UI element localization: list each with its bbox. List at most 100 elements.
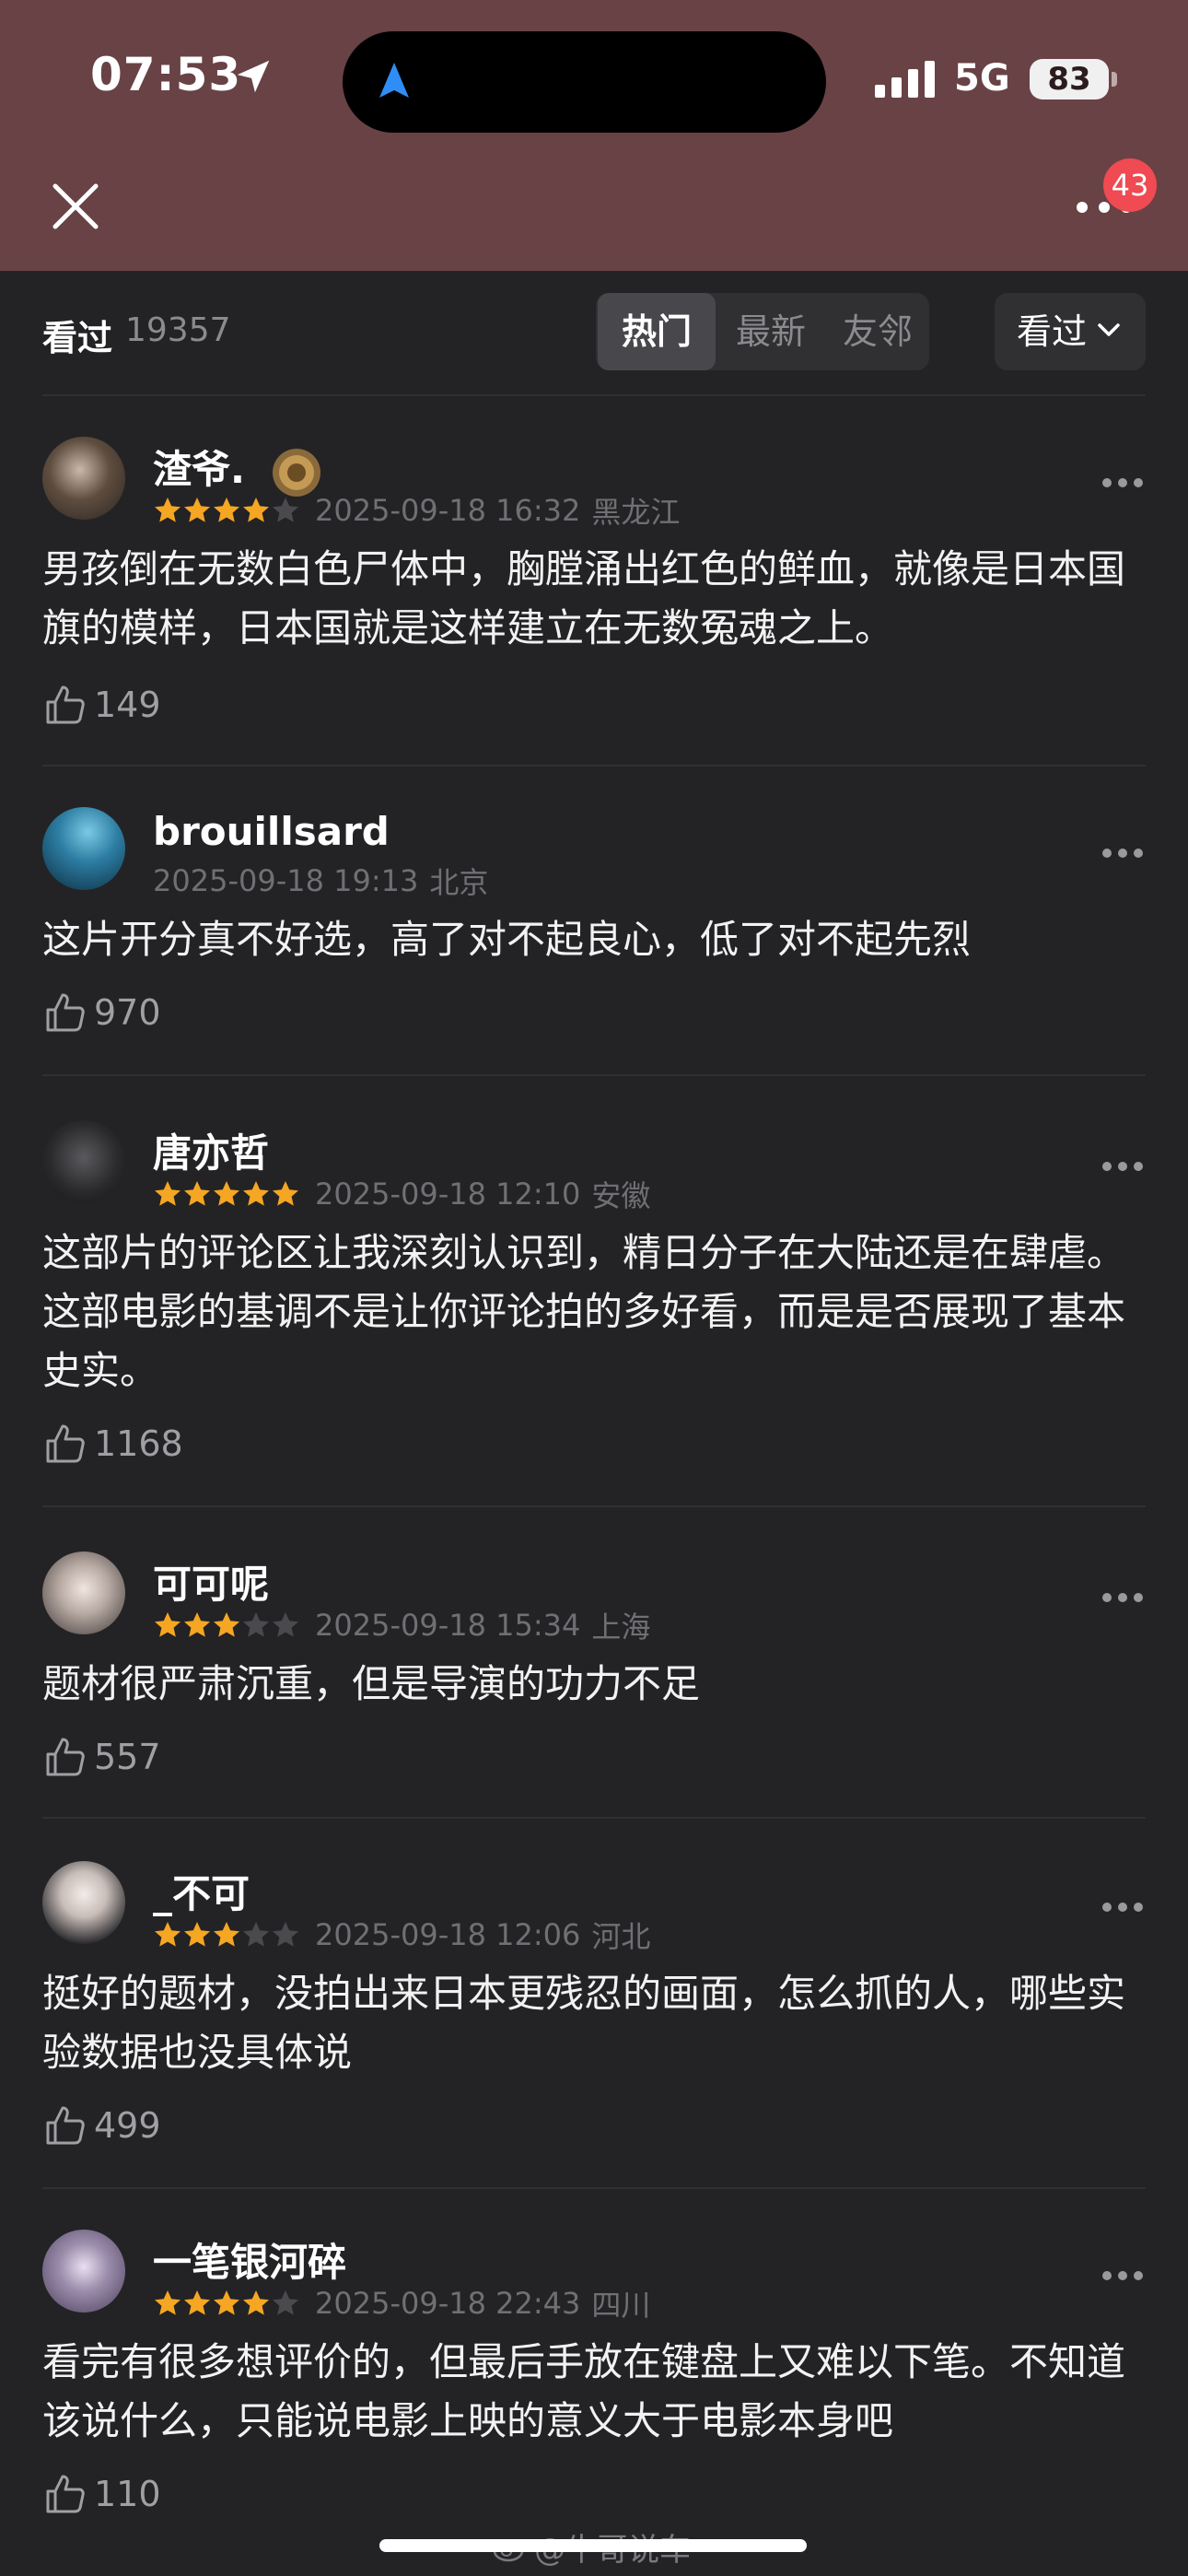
comment-username[interactable]: _不可 — [153, 1863, 250, 1919]
comment-time: 2025-09-18 16:32 — [315, 493, 581, 528]
tab-hot[interactable]: 热门 — [598, 293, 716, 370]
comment-more-icon[interactable] — [1101, 1161, 1144, 1172]
rating-stars — [153, 1179, 300, 1209]
like-button[interactable]: 1168 — [42, 1421, 183, 1467]
star-icon — [243, 1612, 269, 1637]
status-time: 07:53 — [90, 48, 242, 101]
comment-meta: 2025-09-18 12:10 安徽 — [153, 1177, 650, 1213]
comment-more-icon[interactable] — [1101, 1902, 1144, 1913]
star-icon — [243, 498, 269, 522]
comment-more-icon[interactable] — [1101, 477, 1144, 488]
comment-username[interactable]: 唐亦哲 — [153, 1122, 269, 1178]
star-icon — [155, 1922, 181, 1947]
star-icon — [273, 1612, 298, 1637]
battery-cap — [1112, 72, 1117, 87]
notification-badge: 43 — [1103, 158, 1157, 212]
star-icon — [214, 1181, 239, 1206]
star-icon — [273, 2290, 298, 2315]
comment-location: 四川 — [591, 2288, 651, 2323]
divider — [42, 1074, 1146, 1076]
comment-time: 2025-09-18 22:43 — [315, 2286, 581, 2321]
divider — [42, 1817, 1146, 1819]
star-icon — [184, 1922, 210, 1947]
username-text: 渣爷. — [153, 447, 245, 492]
comment-location: 北京 — [429, 865, 489, 900]
comment-text: 男孩倒在无数白色尸体中，胸膛涌出红色的鲜血，就像是日本国旗的模样，日本国就是这样… — [42, 546, 1126, 650]
divider — [42, 2187, 1146, 2189]
sort-tabs: 热门 最新 友邻 — [596, 293, 929, 370]
comment-more-icon[interactable] — [1101, 848, 1144, 859]
comment-meta: 2025-09-18 16:32 黑龙江 — [153, 493, 680, 530]
tab-friends[interactable]: 友邻 — [828, 293, 927, 370]
comment-time: 2025-09-18 12:06 — [315, 1917, 581, 1952]
comment-text: 挺好的题材，没拍出来日本更残忍的画面，怎么抓的人，哪些实验数据也没具体说 — [42, 1971, 1126, 2075]
star-icon — [273, 498, 298, 522]
star-icon — [243, 2290, 269, 2315]
comment-meta: 2025-09-18 15:34 上海 — [153, 1608, 650, 1645]
avatar[interactable] — [42, 1861, 125, 1944]
star-icon — [155, 1181, 181, 1206]
star-icon — [184, 1612, 210, 1637]
thumbs-up-icon — [46, 2106, 85, 2145]
star-icon — [155, 498, 181, 522]
comment-time: 2025-09-18 15:34 — [315, 1608, 581, 1643]
home-indicator[interactable] — [379, 2539, 807, 2552]
comment-more-icon[interactable] — [1101, 1592, 1144, 1603]
thumbs-up-icon — [46, 2475, 85, 2513]
comment-text: 看完有很多想评价的，但最后手放在键盘上又难以下笔。不知道该说什么，只能说电影上映… — [42, 2339, 1126, 2443]
location-arrow-icon — [237, 60, 270, 93]
comment-username[interactable]: 可可呢 — [153, 1553, 269, 1610]
rating-stars — [153, 2289, 300, 2318]
battery-icon: 83 — [1030, 59, 1109, 100]
like-button[interactable]: 110 — [42, 2471, 161, 2517]
medal-badge-icon — [272, 448, 320, 497]
thumbs-up-icon — [46, 993, 85, 1032]
star-icon — [184, 2290, 210, 2315]
comment-text: 这片开分真不好选，高了对不起良心，低了对不起先烈 — [42, 917, 972, 962]
comment-username[interactable]: 渣爷. — [153, 439, 323, 499]
avatar[interactable] — [42, 807, 125, 890]
navigation-app-icon — [379, 63, 409, 98]
comment-location: 安徽 — [591, 1178, 651, 1213]
comment-text: 这部片的评论区让我深刻认识到，精日分子在大陆还是在肆虐。这部电影的基调不是让你评… — [42, 1230, 1126, 1393]
comment-meta: 2025-09-18 22:43 四川 — [153, 2286, 650, 2323]
like-button[interactable]: 149 — [42, 682, 161, 728]
comment-username[interactable]: brouillsard — [153, 809, 390, 854]
like-button[interactable]: 499 — [42, 2102, 161, 2149]
comment-meta: 2025-09-18 19:13 北京 — [153, 863, 488, 900]
comment-time: 2025-09-18 12:10 — [315, 1177, 581, 1212]
comment-more-icon[interactable] — [1101, 2270, 1144, 2281]
star-icon — [243, 1181, 269, 1206]
comment-time: 2025-09-18 19:13 — [153, 863, 419, 898]
avatar[interactable] — [42, 2230, 125, 2313]
comment-location: 上海 — [591, 1610, 651, 1645]
close-icon[interactable] — [50, 181, 101, 232]
comment-meta: 2025-09-18 12:06 河北 — [153, 1917, 650, 1954]
like-count: 149 — [94, 685, 161, 725]
rating-stars — [153, 496, 300, 525]
like-count: 557 — [94, 1737, 161, 1777]
seen-dropdown-label: 看过 — [1017, 311, 1088, 352]
divider — [42, 394, 1146, 396]
star-icon — [243, 1922, 269, 1947]
like-count: 1168 — [94, 1423, 183, 1464]
avatar[interactable] — [42, 437, 125, 520]
tab-latest[interactable]: 最新 — [721, 293, 821, 370]
rating-stars — [153, 1610, 300, 1640]
thumbs-up-icon — [46, 1738, 85, 1776]
battery-level: 83 — [1047, 61, 1091, 98]
seen-dropdown[interactable]: 看过 — [995, 293, 1146, 370]
comment-username[interactable]: 一笔银河碎 — [153, 2231, 346, 2288]
like-button[interactable]: 970 — [42, 989, 161, 1036]
avatar[interactable] — [42, 1551, 125, 1634]
avatar[interactable] — [42, 1120, 125, 1203]
like-count: 110 — [94, 2474, 161, 2514]
signal-icon — [875, 61, 935, 98]
comment-text: 题材很严肃沉重，但是导演的功力不足 — [42, 1661, 701, 1706]
chevron-down-icon — [1098, 323, 1120, 336]
thumbs-up-icon — [46, 685, 85, 724]
like-button[interactable]: 557 — [42, 1734, 161, 1780]
comment-location: 黑龙江 — [591, 495, 681, 530]
divider — [42, 765, 1146, 767]
star-icon — [273, 1922, 298, 1947]
